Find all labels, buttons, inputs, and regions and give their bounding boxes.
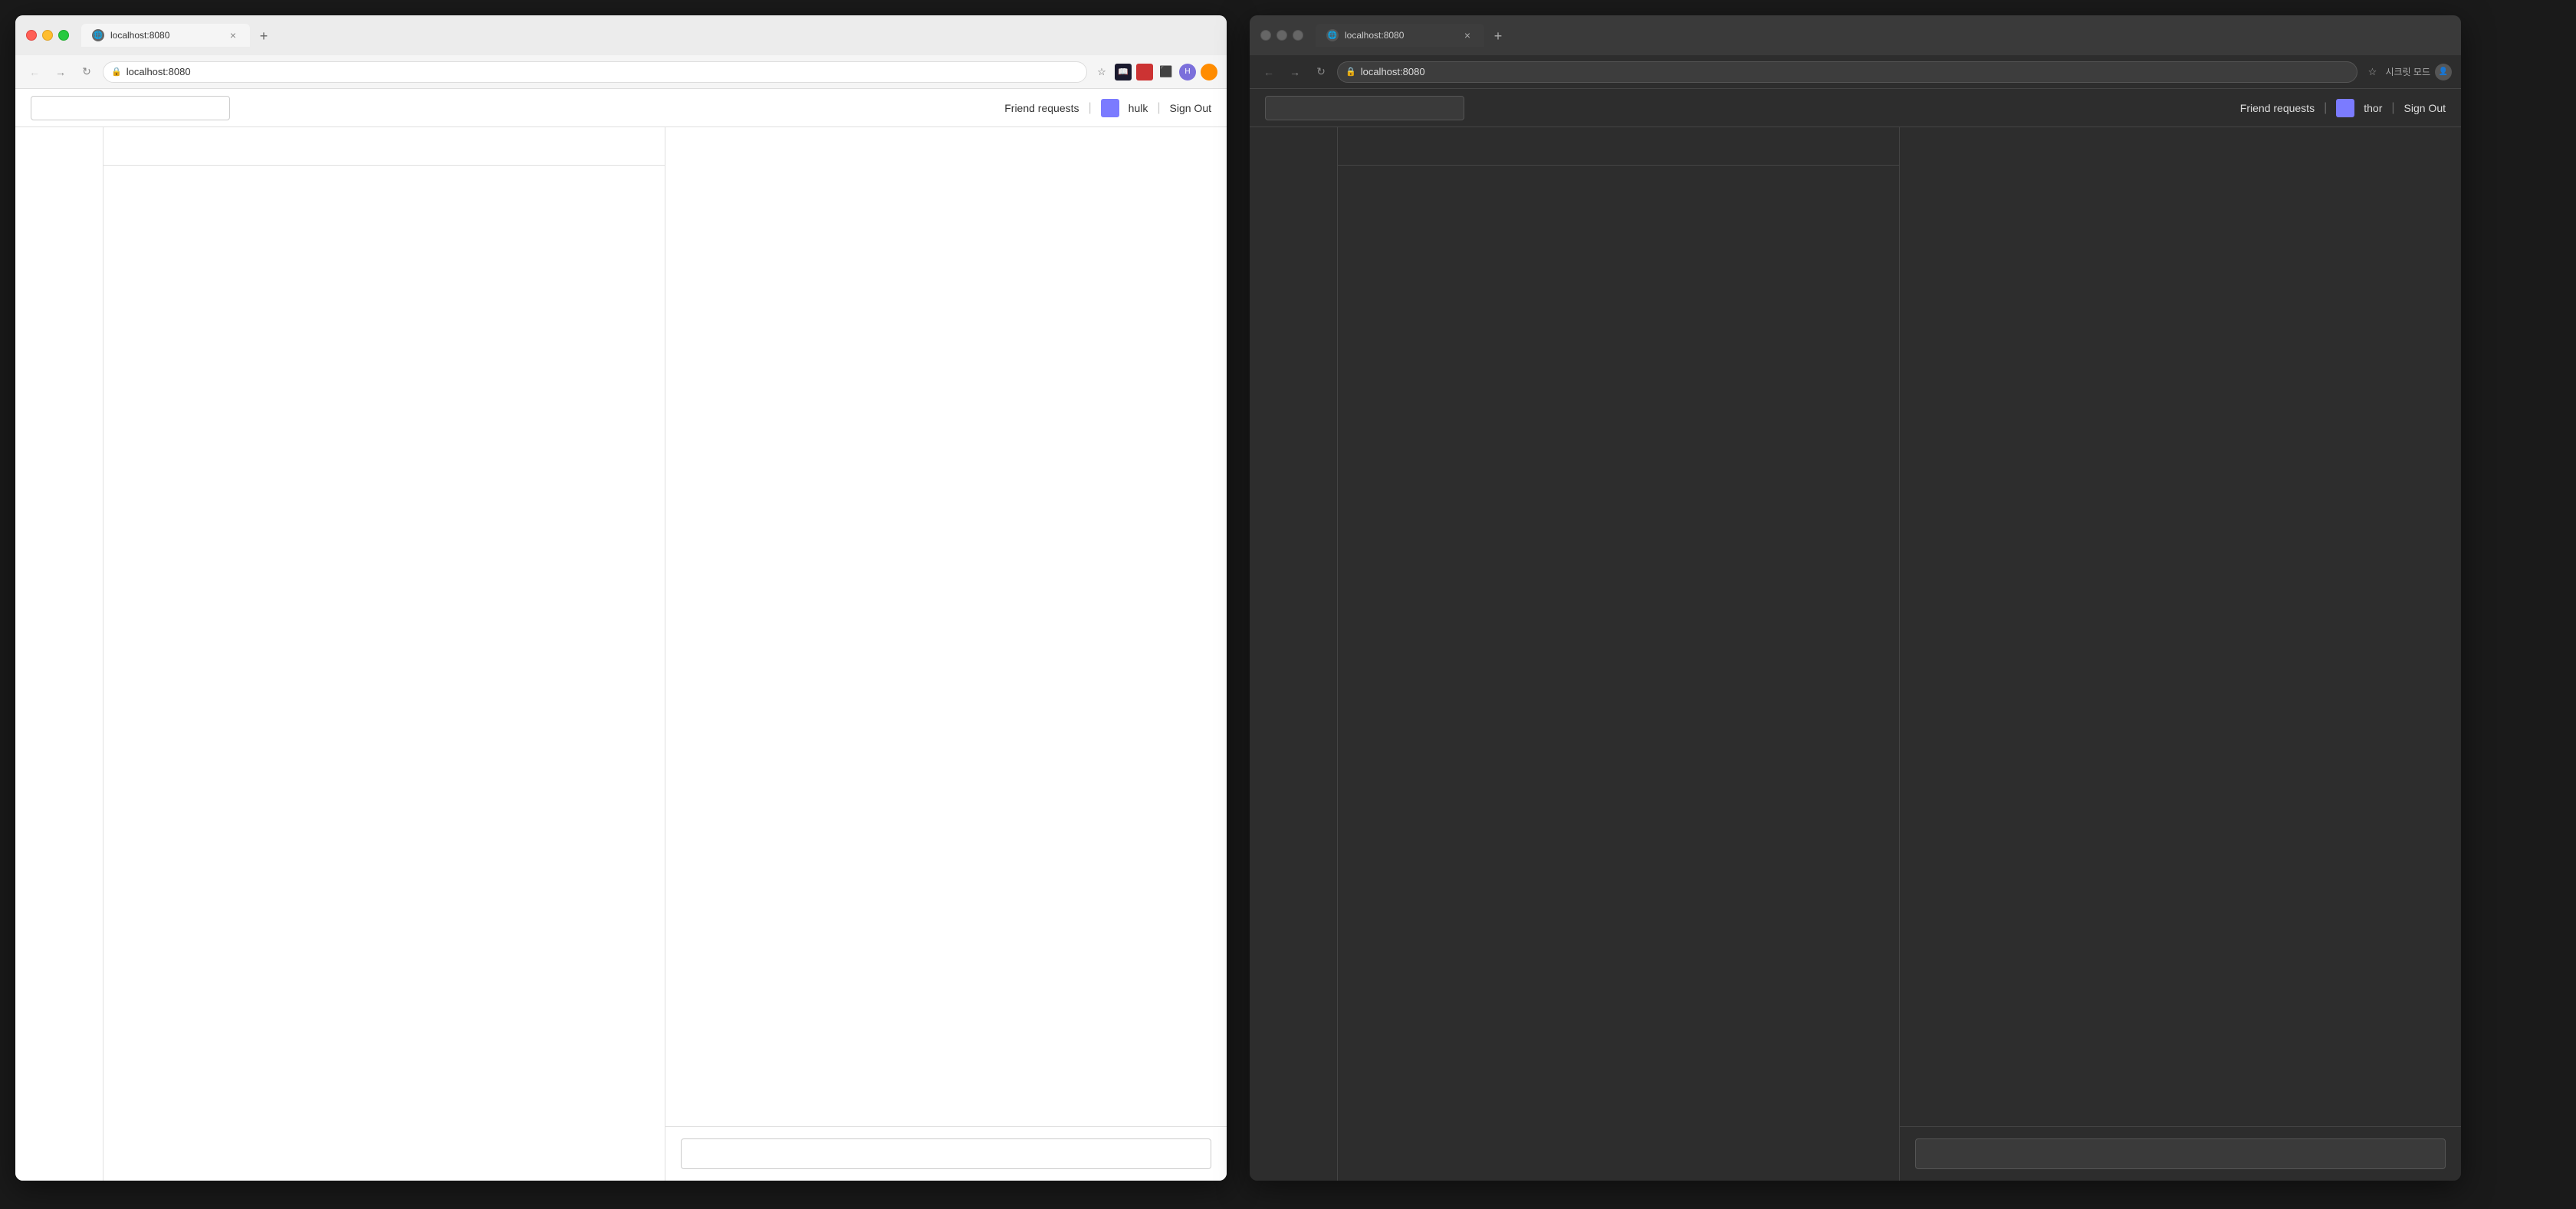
nav-icons-left: ☆ 📖 ⬛ H — [1093, 64, 1217, 80]
back-button-left[interactable]: ← — [25, 62, 44, 82]
sign-out-link-right[interactable]: Sign Out — [2404, 102, 2446, 114]
browser-window-right: 🌐 localhost:8080 × + ← → ↻ 🔒 localhost:8… — [1250, 15, 2461, 1181]
bookmark-icon-right[interactable]: ☆ — [2364, 64, 2380, 80]
friend-requests-link-right[interactable]: Friend requests — [2240, 102, 2315, 114]
close-button-right[interactable] — [1260, 30, 1271, 41]
title-bar-left: 🌐 localhost:8080 × + — [15, 15, 1227, 55]
chat-input-right[interactable] — [1915, 1138, 2446, 1169]
user-avatar-icon-left[interactable]: H — [1179, 64, 1196, 80]
chat-input-area-left — [665, 1126, 1227, 1181]
lock-icon-right: 🔒 — [1346, 67, 1356, 77]
search-input-right[interactable] — [1265, 96, 1464, 120]
page-content-left: Friend requests | hulk | Sign Out — [15, 89, 1227, 1181]
page-content-right: Friend requests | thor | Sign Out — [1250, 89, 2461, 1181]
minimize-button-left[interactable] — [42, 30, 53, 41]
close-button-left[interactable] — [26, 30, 37, 41]
nav-sep-1-left: | — [1089, 101, 1092, 115]
app-navbar-right: Friend requests | thor | Sign Out — [1250, 89, 2461, 127]
contact-header-right — [1338, 127, 1899, 166]
new-tab-button-left[interactable]: + — [253, 25, 274, 47]
favicon-left: 🌐 — [92, 29, 104, 41]
chat-input-area-right — [1900, 1126, 2461, 1181]
chat-input-left[interactable] — [681, 1138, 1211, 1169]
favicon-right: 🌐 — [1326, 29, 1339, 41]
secret-mode-label-right: 시크릿 모드 — [2385, 65, 2430, 78]
bookmark-icon-left[interactable]: ☆ — [1093, 64, 1110, 80]
extension-red-left[interactable] — [1136, 64, 1153, 80]
chat-messages-right — [1900, 127, 2461, 1126]
user-avatar-right — [2336, 99, 2354, 117]
browser-window-left: 🌐 localhost:8080 × + ← → ↻ 🔒 localhost:8… — [15, 15, 1227, 1181]
search-input-left[interactable] — [31, 96, 230, 120]
traffic-lights-right — [1260, 30, 1303, 41]
app-navbar-left: Friend requests | hulk | Sign Out — [15, 89, 1227, 127]
username-left: hulk — [1129, 102, 1148, 114]
contact-header-left — [104, 127, 665, 166]
nav-sep-2-right: | — [2391, 101, 2394, 115]
nav-icons-right: ☆ 시크릿 모드 👤 — [2364, 64, 2452, 80]
chat-area-right — [1900, 127, 2461, 1181]
chat-messages-left — [665, 127, 1227, 1126]
main-layout-left — [15, 127, 1227, 1181]
user-avatar-left — [1101, 99, 1119, 117]
active-tab-left[interactable]: 🌐 localhost:8080 × — [81, 24, 250, 47]
url-text-right: localhost:8080 — [1361, 66, 2350, 77]
forward-button-left[interactable]: → — [51, 62, 71, 82]
app-nav-right-right: Friend requests | thor | Sign Out — [2240, 99, 2446, 117]
friend-requests-link-left[interactable]: Friend requests — [1004, 102, 1079, 114]
tab-title-left: localhost:8080 — [110, 30, 221, 41]
address-bar-left[interactable]: 🔒 localhost:8080 — [103, 61, 1087, 83]
tab-title-right: localhost:8080 — [1345, 30, 1455, 41]
extension-orange-left[interactable] — [1201, 64, 1217, 80]
nav-sep-1-right: | — [2324, 101, 2327, 115]
nav-bar-left: ← → ↻ 🔒 localhost:8080 ☆ 📖 ⬛ H — [15, 55, 1227, 89]
sidebar-right-panel — [1250, 127, 1338, 1181]
tab-close-left[interactable]: × — [227, 29, 239, 41]
maximize-button-right[interactable] — [1293, 30, 1303, 41]
contacts-area-left — [104, 127, 665, 1181]
app-nav-right-left: Friend requests | hulk | Sign Out — [1004, 99, 1211, 117]
tab-close-right[interactable]: × — [1461, 29, 1474, 41]
url-text-left: localhost:8080 — [127, 66, 1079, 77]
back-button-right[interactable]: ← — [1259, 62, 1279, 82]
contacts-area-right — [1338, 127, 1900, 1181]
reload-button-right[interactable]: ↻ — [1311, 62, 1331, 82]
extension-book-left[interactable]: 📖 — [1115, 64, 1132, 80]
username-right: thor — [2364, 102, 2382, 114]
maximize-button-left[interactable] — [58, 30, 69, 41]
traffic-lights-left — [26, 30, 69, 41]
sign-out-link-left[interactable]: Sign Out — [1170, 102, 1211, 114]
sidebar-left-panel — [15, 127, 104, 1181]
chat-area-left — [665, 127, 1227, 1181]
address-bar-right[interactable]: 🔒 localhost:8080 — [1337, 61, 2358, 83]
user-avatar-icon-right[interactable]: 👤 — [2435, 64, 2452, 80]
nav-bar-right: ← → ↻ 🔒 localhost:8080 ☆ 시크릿 모드 👤 — [1250, 55, 2461, 89]
main-layout-right — [1250, 127, 2461, 1181]
title-bar-right: 🌐 localhost:8080 × + — [1250, 15, 2461, 55]
lock-icon-left: 🔒 — [111, 67, 122, 77]
new-tab-button-right[interactable]: + — [1487, 25, 1509, 47]
forward-button-right[interactable]: → — [1285, 62, 1305, 82]
minimize-button-right[interactable] — [1276, 30, 1287, 41]
active-tab-right[interactable]: 🌐 localhost:8080 × — [1316, 24, 1484, 47]
reload-button-left[interactable]: ↻ — [77, 62, 97, 82]
nav-sep-2-left: | — [1157, 101, 1160, 115]
extension-monitor-left[interactable]: ⬛ — [1158, 64, 1175, 80]
